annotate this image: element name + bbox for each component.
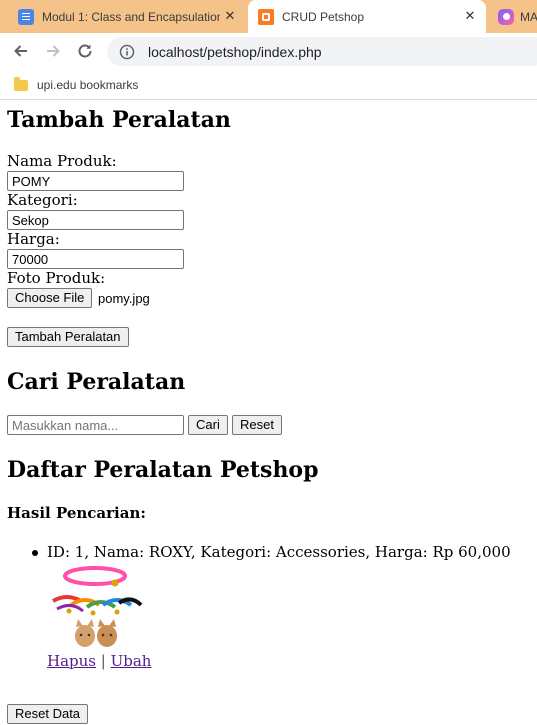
name-label: Nama Produk: xyxy=(7,152,117,170)
reset-data-button[interactable]: Reset Data xyxy=(7,704,89,724)
browser-toolbar: localhost/petshop/index.php xyxy=(0,33,537,70)
info-icon[interactable] xyxy=(118,43,136,61)
tab-modul[interactable]: Modul 1: Class and Encapsulation ✕ xyxy=(8,0,246,33)
delete-link[interactable]: Hapus xyxy=(47,652,96,670)
add-heading: Tambah Peralatan xyxy=(7,107,231,133)
reload-icon[interactable] xyxy=(73,39,97,63)
item-actions: Hapus | Ubah xyxy=(47,652,151,670)
list-bullet xyxy=(32,550,38,556)
close-icon[interactable]: ✕ xyxy=(462,8,478,24)
bookmark-label: upi.edu bookmarks xyxy=(37,78,139,92)
result-heading: Hasil Pencarian: xyxy=(7,504,146,522)
docs-icon xyxy=(18,8,34,25)
product-image xyxy=(47,561,145,649)
tab-bar: Modul 1: Class and Encapsulation ✕ CRUD … xyxy=(0,0,537,33)
file-name: pomy.jpg xyxy=(98,291,150,306)
page-content: Tambah Peralatan Nama Produk: Kategori: … xyxy=(0,101,537,725)
photo-label: Foto Produk: xyxy=(7,269,106,287)
forward-icon[interactable] xyxy=(41,39,65,63)
search-input[interactable] xyxy=(7,415,184,435)
edit-link[interactable]: Ubah xyxy=(111,652,152,670)
close-icon[interactable]: ✕ xyxy=(222,8,238,24)
list-heading: Daftar Peralatan Petshop xyxy=(7,457,319,483)
url-text: localhost/petshop/index.php xyxy=(148,43,322,60)
bookmarks-bar: upi.edu bookmarks xyxy=(0,70,537,100)
category-input[interactable] xyxy=(7,210,184,230)
address-bar[interactable]: localhost/petshop/index.php xyxy=(107,37,537,66)
add-equipment-button[interactable]: Tambah Peralatan xyxy=(7,327,129,347)
app-icon xyxy=(498,8,514,25)
category-label: Kategori: xyxy=(7,191,78,209)
reset-button[interactable]: Reset xyxy=(232,415,282,435)
tab-title: Modul 1: Class and Encapsulation xyxy=(42,9,220,24)
search-heading: Cari Peralatan xyxy=(7,369,186,395)
price-label: Harga: xyxy=(7,230,60,248)
name-input[interactable] xyxy=(7,171,184,191)
back-icon[interactable] xyxy=(9,39,33,63)
tab-title: MA xyxy=(520,9,537,24)
choose-file-button[interactable]: Choose File xyxy=(7,288,93,308)
search-button[interactable]: Cari xyxy=(188,415,228,435)
xampp-icon xyxy=(258,8,274,25)
tab-title: CRUD Petshop xyxy=(282,9,365,24)
tab-ma[interactable]: MA xyxy=(488,0,537,33)
bookmark-upi[interactable]: upi.edu bookmarks xyxy=(14,76,138,94)
list-item: ID: 1, Nama: ROXY, Kategori: Accessories… xyxy=(47,543,511,561)
tab-crud-petshop[interactable]: CRUD Petshop ✕ xyxy=(248,0,486,33)
folder-icon xyxy=(14,76,28,91)
link-separator: | xyxy=(100,652,106,670)
price-input[interactable] xyxy=(7,249,184,269)
